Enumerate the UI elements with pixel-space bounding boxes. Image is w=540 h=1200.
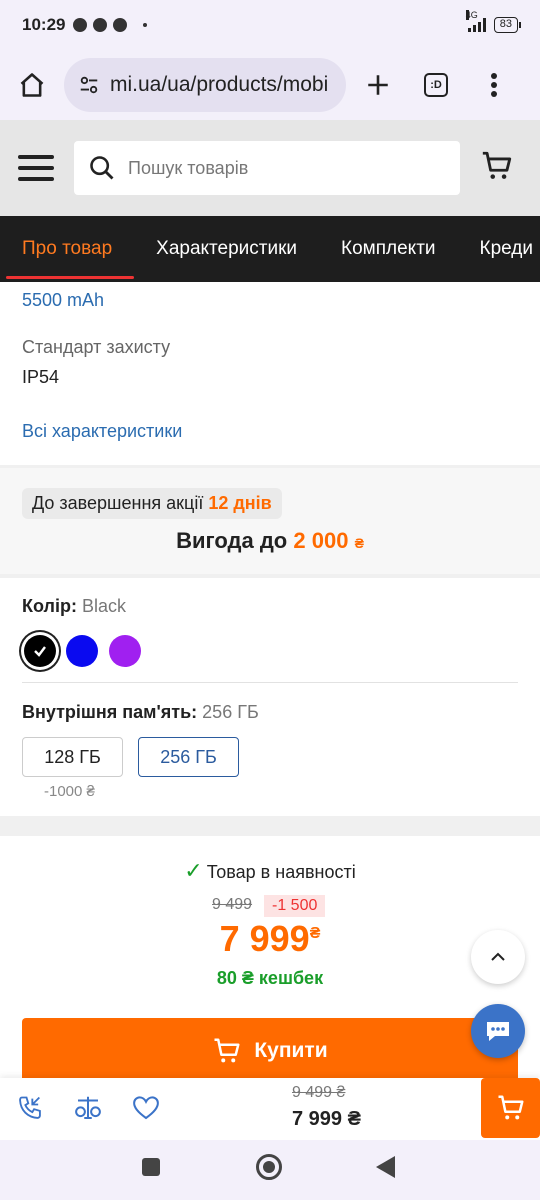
chevron-up-icon	[491, 952, 505, 961]
back-button[interactable]	[376, 1156, 395, 1178]
benefit-currency: ₴	[354, 535, 364, 551]
new-price-value: 7 999	[219, 918, 310, 959]
benefit-text: Вигода до 2 000 ₴	[0, 528, 540, 554]
discount-badge: -1 500	[264, 895, 326, 917]
promo-timer-badge: До завершення акції 12 днів	[22, 488, 282, 519]
status-bar: 10:29 4G 83	[0, 0, 540, 50]
memory-label-row: Внутрішня пам'ять: 256 ГБ	[22, 702, 259, 723]
cart-button[interactable]	[480, 149, 514, 188]
color-swatch-black[interactable]	[24, 635, 56, 667]
more-vert-icon	[491, 73, 497, 97]
battery-icon: 83	[493, 17, 522, 33]
check-icon: ✓	[184, 858, 203, 883]
memory-label: Внутрішня пам'ять:	[22, 702, 198, 722]
all-specs-link[interactable]: Всі характеристики	[22, 421, 182, 442]
site-settings-icon[interactable]	[78, 74, 100, 96]
status-time: 10:29	[22, 15, 66, 34]
viber-icon	[73, 18, 88, 32]
signal-icon: 4G	[465, 10, 486, 32]
memory-option-128-note: -1000 ₴	[44, 783, 95, 800]
system-navigation-bar	[0, 1140, 540, 1200]
new-price-currency: ₴	[309, 925, 321, 942]
messenger-icon	[93, 18, 108, 32]
callback-button[interactable]	[14, 1092, 46, 1124]
memory-option-128[interactable]: 128 ГБ	[22, 737, 123, 777]
buy-button[interactable]: Купити	[22, 1018, 518, 1084]
tab-switcher-button[interactable]: :D	[414, 63, 458, 107]
sticky-bottom-bar: 9 499 ₴ 7 999 ₴	[0, 1078, 540, 1140]
memory-option-256[interactable]: 256 ГБ	[138, 737, 239, 777]
cart-icon	[498, 1095, 523, 1120]
promo-ends-label: До завершення акції	[32, 493, 204, 513]
tab-credit[interactable]: Креди	[458, 216, 540, 282]
battery-spec-value[interactable]: 5500 mAh	[22, 290, 104, 311]
search-icon	[90, 156, 114, 180]
new-tab-button[interactable]	[356, 63, 400, 107]
home-button[interactable]	[10, 63, 54, 107]
promo-ends-value: 12 днів	[208, 493, 272, 513]
search-placeholder: Пошук товарів	[128, 157, 249, 178]
bottom-new-price: 7 999 ₴	[292, 1108, 361, 1130]
home-icon	[20, 73, 44, 97]
search-input[interactable]: Пошук товарів	[74, 141, 460, 195]
network-type: 4G	[465, 10, 478, 20]
color-label-row: Колір: Black	[22, 596, 126, 617]
notification-icons	[73, 18, 148, 32]
compare-button[interactable]	[72, 1092, 104, 1124]
chat-button[interactable]	[471, 1004, 525, 1058]
cart-icon	[482, 151, 512, 179]
chat-icon	[487, 1022, 509, 1041]
options-section: Колір: Black Внутрішня пам'ять: 256 ГБ 1…	[0, 578, 540, 816]
wishlist-button[interactable]	[130, 1092, 162, 1124]
color-swatch-purple[interactable]	[109, 635, 141, 667]
product-tabs: Про товар Характеристики Комплекти Креди	[0, 216, 540, 282]
home-nav-button[interactable]	[256, 1154, 282, 1180]
site-header: Пошук товарів	[0, 120, 540, 216]
protection-spec-value: IP54	[22, 367, 60, 387]
options-divider	[22, 682, 518, 683]
protection-spec-label: Стандарт захисту	[22, 337, 171, 357]
old-price: 9 499	[212, 896, 253, 913]
memory-selected-value: 256 ГБ	[202, 702, 259, 722]
promo-section: До завершення акції 12 днів Вигода до 2 …	[0, 468, 540, 574]
color-swatch-blue[interactable]	[66, 635, 98, 667]
bottom-old-price: 9 499 ₴	[292, 1084, 346, 1101]
bottom-cart-button[interactable]	[481, 1078, 540, 1138]
scroll-to-top-button[interactable]	[471, 930, 525, 984]
tab-count: :D	[424, 73, 448, 97]
purchase-section: ✓ Товар в наявності 9 499 -1 500 7 999₴ 8…	[0, 836, 540, 1086]
tab-bundles[interactable]: Комплекти	[319, 216, 457, 282]
menu-icon[interactable]	[18, 155, 54, 181]
specs-section: 5500 mAh Стандарт захисту IP54 Всі харак…	[0, 282, 540, 465]
benefit-label: Вигода до	[176, 528, 288, 553]
tab-specs[interactable]: Характеристики	[134, 216, 319, 282]
browser-menu-button[interactable]	[472, 63, 516, 107]
url-text: mi.ua/ua/products/mobi	[110, 73, 329, 96]
tab-about[interactable]: Про товар	[0, 216, 135, 282]
stock-status: ✓ Товар в наявності	[0, 858, 540, 884]
checkmark-icon	[34, 646, 46, 657]
scales-icon	[75, 1096, 101, 1119]
phone-icon	[19, 1096, 41, 1119]
new-price: 7 999₴	[0, 918, 540, 960]
color-label: Колір:	[22, 596, 77, 616]
heart-icon	[133, 1096, 159, 1120]
buy-label: Купити	[254, 1039, 328, 1062]
more-notifications-icon	[143, 23, 148, 27]
color-selected-value: Black	[81, 596, 126, 616]
browser-toolbar: mi.ua/ua/products/mobi :D	[0, 50, 540, 120]
benefit-value: 2 000	[293, 528, 349, 553]
recent-apps-button[interactable]	[142, 1158, 160, 1176]
url-bar[interactable]: mi.ua/ua/products/mobi	[64, 58, 346, 112]
assistant-icon	[113, 18, 128, 32]
cashback-text: 80 ₴ кешбек	[216, 968, 324, 988]
plus-icon	[368, 75, 388, 95]
stock-text: Товар в наявності	[206, 862, 356, 882]
cart-icon	[214, 1038, 240, 1063]
